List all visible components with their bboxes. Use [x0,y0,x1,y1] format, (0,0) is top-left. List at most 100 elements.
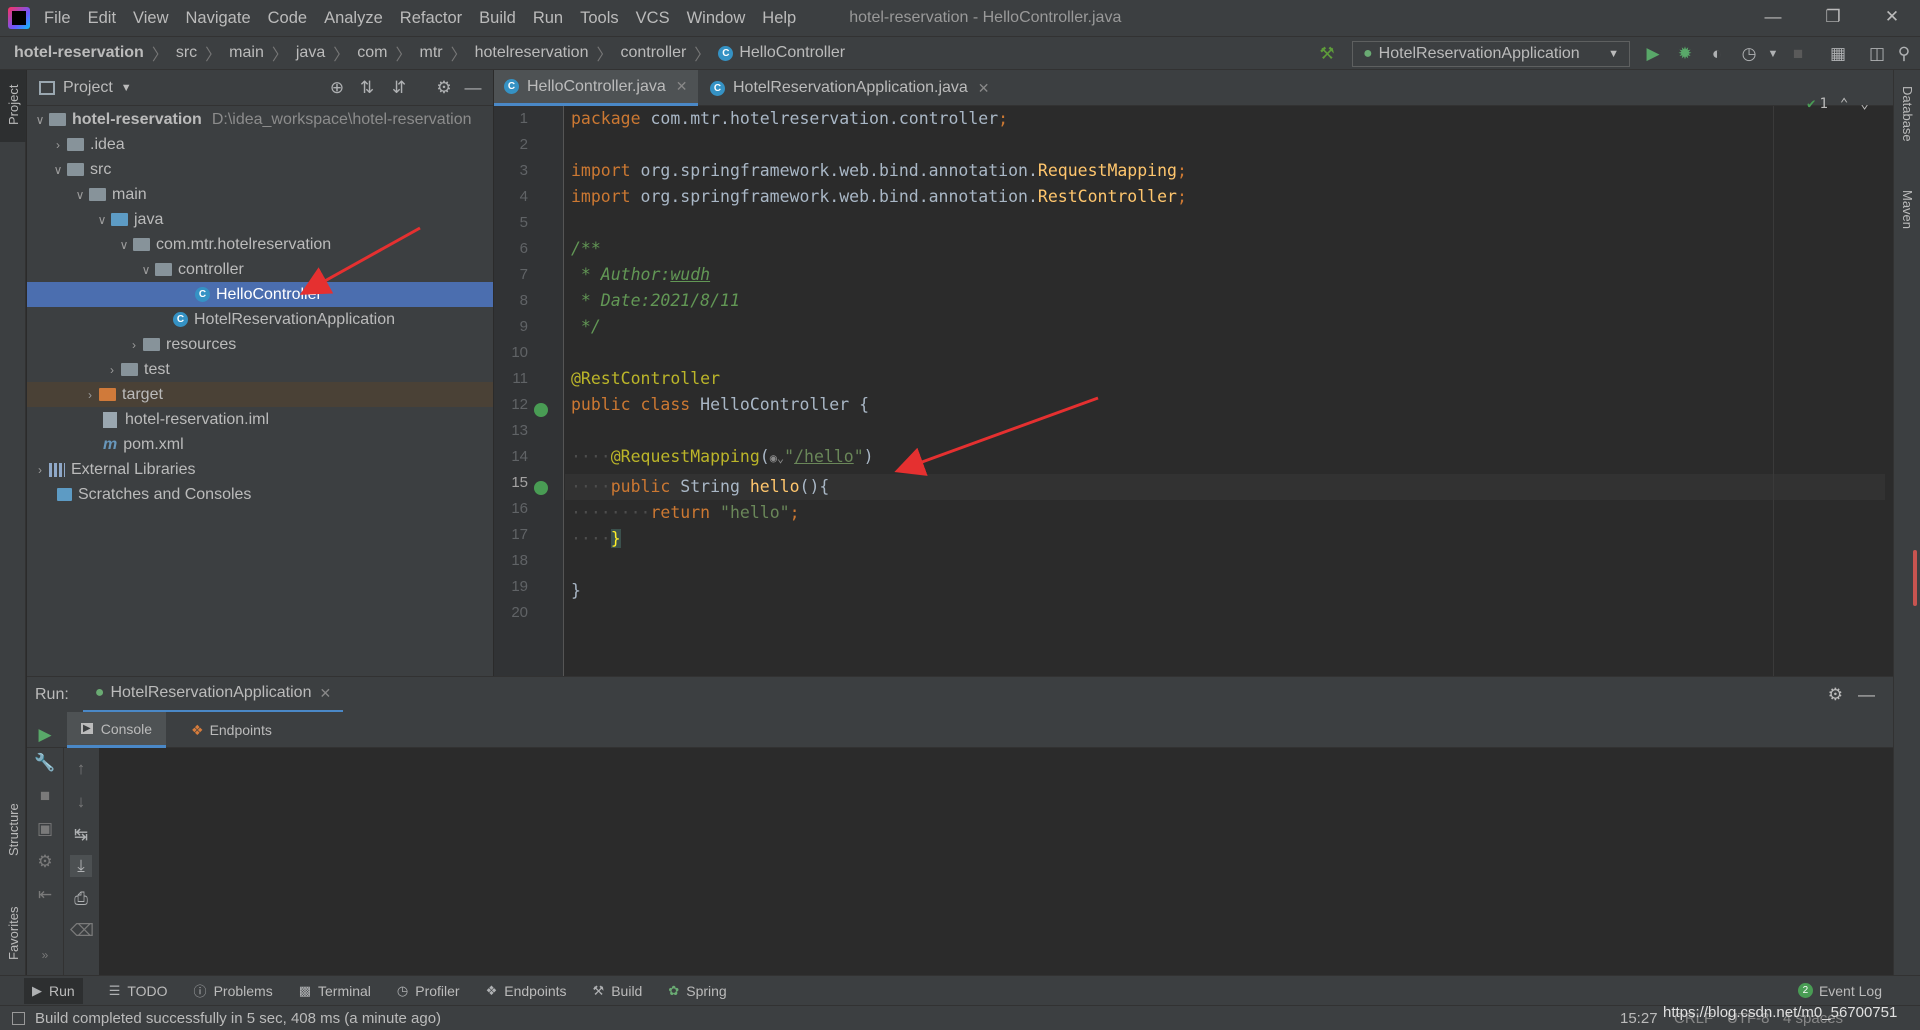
project-structure-icon[interactable]: ▦ [1827,43,1849,65]
project-tool-button[interactable]: Project [6,85,21,125]
tool-run[interactable]: ▶ Run [24,977,83,1004]
tool-spring[interactable]: ✿ Spring [668,983,726,999]
tree-item-test[interactable]: › test [27,357,493,382]
status-message[interactable]: Build completed successfully in 5 sec, 4… [35,1010,441,1027]
stop-icon[interactable]: ■ [1787,43,1809,65]
favorites-tool-button[interactable]: Favorites [6,907,21,960]
inspection-widget[interactable]: ✔ 1 ⌃ ⌄ [1807,96,1869,112]
menu-tools[interactable]: Tools [580,9,619,28]
tree-item-external-libraries[interactable]: › External Libraries [27,457,493,482]
tool-endpoints[interactable]: ❖ Endpoints [486,983,567,999]
breadcrumb-item[interactable]: hotelreservation [475,44,589,62]
coverage-icon[interactable]: ◐ [1706,43,1728,65]
close-icon[interactable]: ✕ [676,78,688,95]
tree-item-scratches[interactable]: Scratches and Consoles [27,482,493,507]
profile-icon[interactable]: ◷ [1738,43,1760,65]
hide-icon[interactable]: — [1858,685,1875,705]
gear-icon[interactable]: ⚙ [434,78,454,98]
tree-item-root[interactable]: ∨ hotel-reservation D:\idea_workspace\ho… [27,107,493,132]
scroll-to-end-icon[interactable]: ⤓ [70,855,92,877]
hide-icon[interactable]: — [463,78,483,98]
close-icon[interactable]: ✕ [1864,0,1920,36]
breadcrumb-item[interactable]: src [176,44,197,62]
chevron-down-icon[interactable]: ⌄ [1860,96,1868,112]
menu-vcs[interactable]: VCS [636,9,670,28]
menu-window[interactable]: Window [687,9,746,28]
more-icon[interactable]: » [34,944,56,966]
menu-build[interactable]: Build [479,9,516,28]
event-log-button[interactable]: 2 Event Log [1797,983,1882,999]
project-panel-title[interactable]: Project [63,79,113,97]
spring-bean-gutter-icon[interactable] [534,403,548,417]
tree-item-package[interactable]: ∨ com.mtr.hotelreservation [27,232,493,257]
gear-icon[interactable]: ⚙ [1828,685,1843,705]
menu-file[interactable]: File [44,9,71,28]
tree-item-idea[interactable]: › .idea [27,132,493,157]
menu-run[interactable]: Run [533,9,563,28]
database-tool-button[interactable]: Database [1900,86,1915,142]
code-editor[interactable]: package com.mtr.hotelreservation.control… [565,96,1885,676]
tree-item-src[interactable]: ∨ src [27,157,493,182]
breadcrumb-item[interactable]: java [296,44,325,62]
close-icon[interactable]: ✕ [978,80,990,97]
menu-refactor[interactable]: Refactor [400,9,462,28]
spring-endpoint-gutter-icon[interactable] [534,481,548,495]
chevron-down-icon[interactable]: ▼ [121,82,132,94]
print-icon[interactable]: ⎙ [70,888,92,910]
web-endpoint-icon[interactable]: ◉⌄ [770,451,784,465]
tree-item-java[interactable]: ∨ java [27,207,493,232]
debug-icon[interactable]: ✹ [1674,43,1696,65]
soft-wrap-icon[interactable]: ↹ [70,824,92,846]
tool-profiler[interactable]: ◷ Profiler [397,983,460,999]
menu-edit[interactable]: Edit [88,9,116,28]
gear-icon[interactable]: ⚙ [34,851,56,873]
tool-terminal[interactable]: ▩ Terminal [299,983,371,999]
run-configuration-select[interactable]: ● HotelReservationApplication ▼ [1352,41,1630,67]
console-output[interactable] [100,748,1893,975]
trash-icon[interactable]: ⌫ [70,920,94,942]
breadcrumb-item[interactable]: HelloController [739,44,845,62]
tree-item-resources[interactable]: › resources [27,332,493,357]
layout-icon[interactable]: ◫ [1866,43,1888,65]
menu-help[interactable]: Help [762,9,796,28]
menu-view[interactable]: View [133,9,168,28]
tree-item-application[interactable]: C HotelReservationApplication [27,307,493,332]
tree-item-iml[interactable]: hotel-reservation.iml [27,407,493,432]
tab-application[interactable]: C HotelReservationApplication.java ✕ [700,70,1020,106]
expand-all-icon[interactable]: ⇅ [357,78,377,98]
breadcrumb-item[interactable]: main [229,44,264,62]
maven-tool-button[interactable]: Maven [1900,190,1915,229]
collapse-all-icon[interactable]: ⇵ [389,78,409,98]
tree-item-hellocontroller[interactable]: C HelloController [27,282,493,307]
breadcrumb-item[interactable]: controller [620,44,686,62]
menu-code[interactable]: Code [268,9,307,28]
caret-position[interactable]: 15:27 [1620,1010,1658,1027]
arrow-up-icon[interactable]: ↑ [70,758,92,780]
editor-gutter[interactable]: 1 2 3 4 5 6 7 8 9 10 11 12 13 14 15 16 1… [494,106,564,676]
minimize-icon[interactable]: — [1745,0,1801,36]
build-hammer-icon[interactable]: ⚒ [1316,43,1338,65]
run-icon[interactable]: ▶ [1642,43,1664,65]
tool-todo[interactable]: ☰ TODO [109,983,168,999]
rerun-icon[interactable]: ▶ [34,724,56,746]
breadcrumb-item[interactable]: com [357,44,387,62]
stop-icon[interactable]: ■ [34,785,56,807]
search-icon[interactable]: ⚲ [1893,43,1915,65]
menu-navigate[interactable]: Navigate [186,9,251,28]
tab-hellocontroller[interactable]: C HelloController.java ✕ [494,70,698,106]
chevron-up-icon[interactable]: ⌃ [1840,96,1848,112]
tool-build[interactable]: ⚒ Build [593,983,643,999]
tree-item-main[interactable]: ∨ main [27,182,493,207]
breadcrumb-item[interactable]: hotel-reservation [14,44,144,62]
tree-item-target[interactable]: › target [27,382,493,407]
run-tab[interactable]: ● HotelReservationApplication ✕ [82,677,344,713]
locate-icon[interactable]: ⊕ [327,78,347,98]
camera-icon[interactable]: ▣ [34,818,56,840]
close-icon[interactable]: ✕ [319,685,331,702]
exit-icon[interactable]: ⇤ [34,884,56,906]
tree-item-pom[interactable]: m pom.xml [27,432,493,457]
restore-icon[interactable]: ❐ [1805,0,1861,36]
menu-analyze[interactable]: Analyze [324,9,383,28]
arrow-down-icon[interactable]: ↓ [70,791,92,813]
chevron-down-icon[interactable]: ▼ [1762,43,1784,65]
